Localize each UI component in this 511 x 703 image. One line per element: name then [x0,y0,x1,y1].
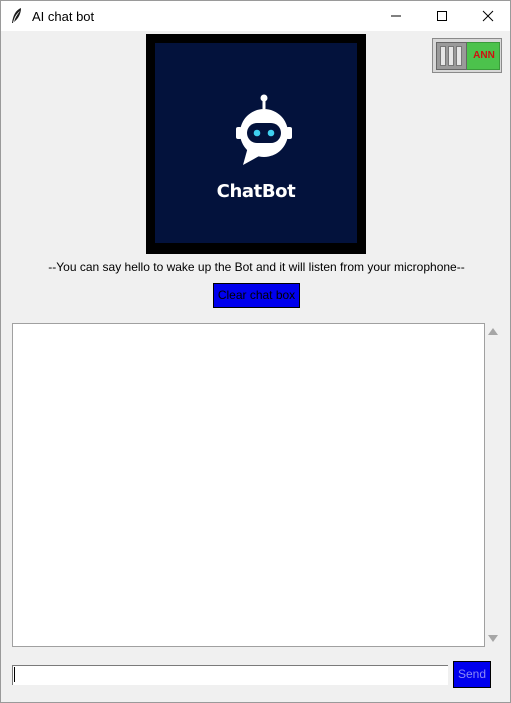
scroll-up-arrow-icon[interactable] [488,328,498,335]
message-input[interactable] [12,665,448,685]
title-bar[interactable]: AI chat bot [1,1,510,31]
feather-icon [12,8,21,23]
send-button[interactable]: Send [453,661,491,688]
minimize-button[interactable] [373,1,419,31]
maximize-icon [437,11,447,21]
app-window: AI chat bot ChatBot ANN --You can say he… [0,0,511,703]
knob-grip [440,46,446,66]
logo-background: ChatBot [155,43,357,243]
clear-chat-button[interactable]: Clear chat box [213,283,300,308]
logo-text: ChatBot [216,181,296,202]
chat-history-area[interactable] [12,323,485,647]
knob-grip [456,46,462,66]
knob-grip [448,46,454,66]
maximize-button[interactable] [419,1,465,31]
close-button[interactable] [465,1,511,31]
close-icon [482,10,494,22]
ann-toggle-switch[interactable]: ANN [432,38,502,73]
toggle-knob[interactable] [436,42,467,70]
robot-icon [236,94,292,165]
toggle-label: ANN [473,50,495,61]
text-caret [14,667,15,682]
chatbot-logo: ChatBot [146,34,366,254]
scroll-down-arrow-icon[interactable] [488,635,498,642]
chat-scrollbar[interactable] [485,323,501,647]
hint-text: --You can say hello to wake up the Bot a… [48,260,465,274]
toggle-on-area: ANN [466,42,500,70]
minimize-icon [391,15,401,17]
window-title: AI chat bot [32,9,95,24]
